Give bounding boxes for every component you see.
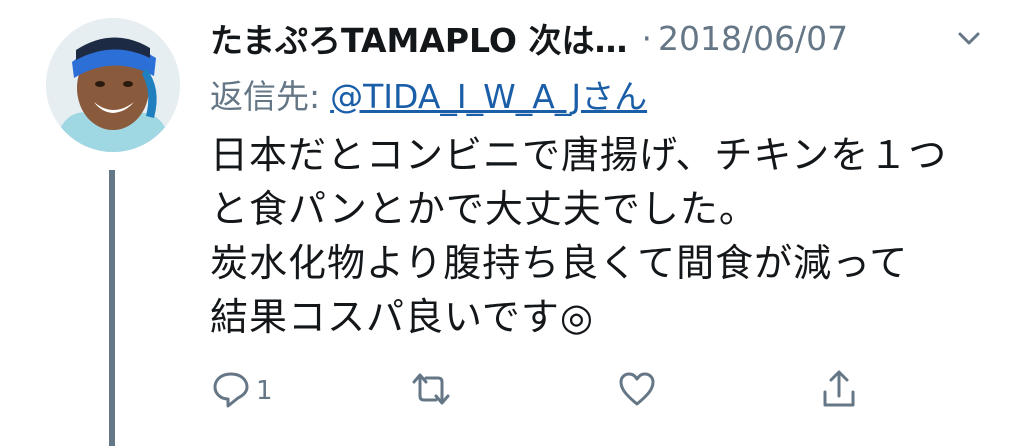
reply-icon xyxy=(210,368,252,414)
reply-handle-link[interactable]: @TIDA_I_W_A_Jさん xyxy=(330,77,647,116)
thread-line xyxy=(109,170,115,446)
tweet-date[interactable]: 2018/06/07 xyxy=(658,19,848,58)
reply-to-line: 返信先: @TIDA_I_W_A_Jさん xyxy=(210,70,647,118)
reply-prefix: 返信先: xyxy=(210,77,321,116)
tweet-header: たまぷろTAMAPLO 次は… · 2018/06/07 xyxy=(210,14,984,62)
like-button[interactable] xyxy=(616,368,658,414)
tweet-text: 日本だとコンビニで唐揚げ、チキンを１つ と食パンとかで大丈夫でした。 炭水化物よ… xyxy=(210,128,1000,344)
tweet-text-line: 炭水化物より腹持ち良くて間食が減って xyxy=(210,241,909,285)
retweet-button[interactable] xyxy=(410,368,452,414)
tweet-text-line: と食パンとかで大丈夫でした。 xyxy=(210,187,758,231)
separator-dot: · xyxy=(641,18,652,58)
tweet-text-line: 結果コスパ良いです◎ xyxy=(210,295,595,339)
avatar[interactable] xyxy=(46,18,180,152)
action-bar: 1 xyxy=(210,368,870,416)
retweet-icon xyxy=(410,368,452,414)
reply-count: 1 xyxy=(256,376,273,406)
chevron-down-icon[interactable] xyxy=(954,24,984,54)
display-name[interactable]: たまぷろTAMAPLO 次は… xyxy=(210,14,627,62)
reply-button[interactable]: 1 xyxy=(210,368,273,414)
share-button[interactable] xyxy=(818,368,860,414)
tweet-text-line: 日本だとコンビニで唐揚げ、チキンを１つ xyxy=(210,133,948,177)
like-icon xyxy=(616,368,658,414)
share-icon xyxy=(818,368,860,414)
